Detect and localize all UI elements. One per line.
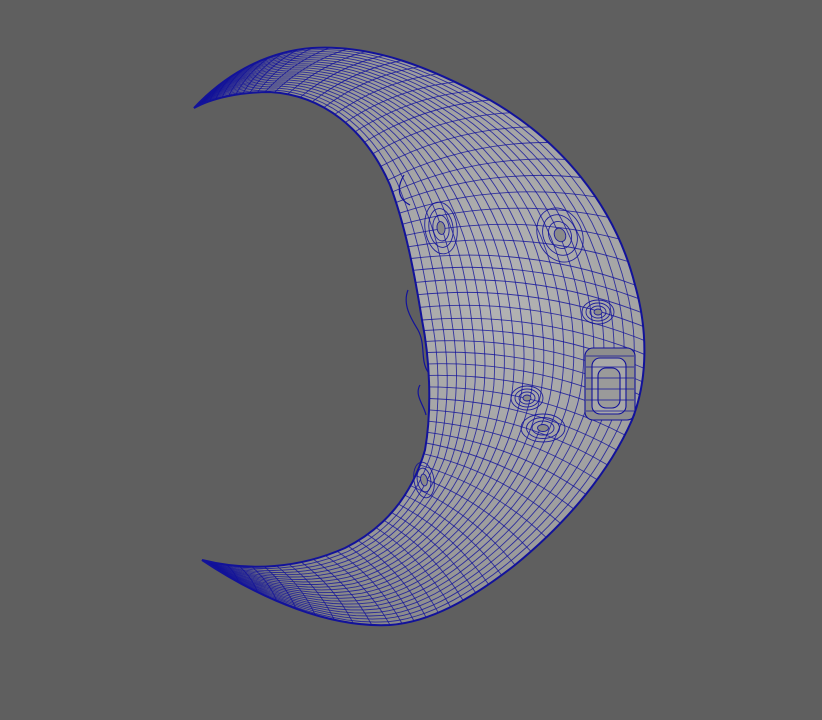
feature-ring	[537, 424, 549, 432]
crescent-moon-mesh[interactable]	[193, 46, 646, 627]
moon-surface	[194, 47, 645, 626]
eye-socket-cavity	[584, 347, 636, 421]
socket-ring	[597, 367, 621, 409]
feature-ring	[522, 394, 532, 402]
3d-viewport[interactable]	[0, 0, 822, 720]
viewport-canvas[interactable]	[0, 0, 822, 720]
feature-ring	[593, 308, 603, 316]
